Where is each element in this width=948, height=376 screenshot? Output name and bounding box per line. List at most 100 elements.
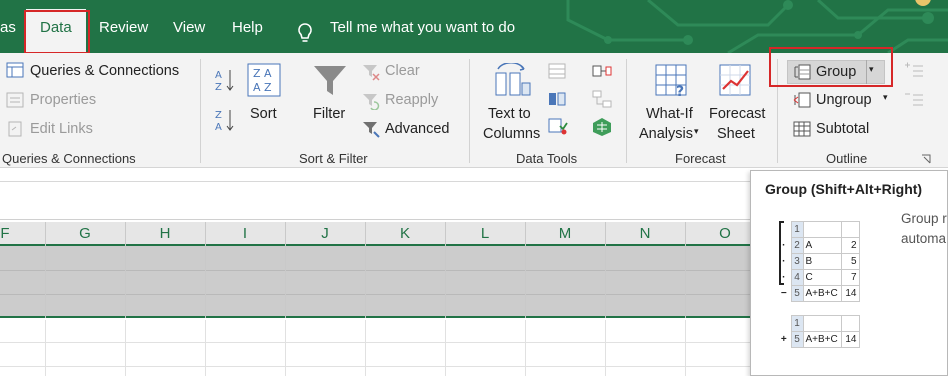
column-header[interactable]: J	[285, 225, 365, 242]
example-row: −5 A+B+C 14	[777, 285, 860, 302]
svg-text:A Z: A Z	[253, 81, 272, 94]
remove-duplicates-icon	[549, 92, 566, 106]
queries-connections-button[interactable]: Queries & Connections	[30, 63, 179, 79]
col-divider	[445, 320, 446, 376]
column-header[interactable]: G	[45, 225, 125, 242]
filter-funnel-icon	[314, 66, 346, 95]
tab-view[interactable]: View	[173, 19, 205, 36]
col-divider	[525, 320, 526, 376]
text-to-columns-icon	[495, 63, 531, 96]
advanced-filter-icon	[363, 122, 380, 138]
row-number: 4	[790, 269, 804, 286]
column-header[interactable]: N	[605, 225, 685, 242]
tooltip-title: Group (Shift+Alt+Right)	[765, 181, 923, 197]
group-tooltip: Group (Shift+Alt+Right) Group r automa 1 ·…	[750, 170, 948, 376]
sort-button[interactable]: Sort	[250, 106, 277, 122]
cell-name: C	[802, 269, 842, 286]
sheet-button-line2[interactable]: Sheet	[717, 126, 755, 142]
what-if-button-line1[interactable]: What-If	[646, 106, 693, 122]
column-header[interactable]: I	[205, 225, 285, 242]
manage-data-model-icon	[593, 118, 611, 136]
col-divider	[605, 320, 606, 376]
cell-value: 14	[840, 331, 860, 348]
column-header[interactable]: K	[365, 225, 445, 242]
col-divider	[285, 222, 286, 318]
edit-links-button[interactable]: Edit Links	[30, 121, 93, 137]
clear-button[interactable]: Clear	[385, 63, 420, 79]
svg-text:A: A	[215, 70, 222, 81]
lightbulb-icon	[298, 23, 312, 42]
example-row: 1	[777, 221, 860, 238]
subtotal-icon	[793, 121, 811, 137]
filter-button[interactable]: Filter	[313, 106, 345, 122]
text-to-button-line1[interactable]: Text to	[488, 106, 531, 122]
column-header[interactable]: H	[125, 225, 205, 242]
show-detail-icon[interactable]	[904, 62, 924, 78]
cell-name: A+B+C	[802, 331, 842, 348]
row-number: 1	[790, 315, 804, 332]
tooltip-desc-line1: Group r	[901, 211, 947, 226]
forecast-group-label: Forecast	[675, 151, 726, 166]
sort-filter-group-label: Sort & Filter	[299, 151, 368, 166]
svg-text:Z: Z	[215, 110, 222, 121]
col-divider	[125, 320, 126, 376]
hide-detail-icon[interactable]	[904, 91, 924, 107]
cell-value	[840, 315, 860, 332]
data-tools-group-label: Data Tools	[516, 151, 578, 166]
flash-fill-icon	[548, 63, 566, 79]
sort-dialog-icon: Z AA Z	[247, 63, 281, 97]
subtotal-button[interactable]: Subtotal	[816, 121, 869, 137]
col-divider	[205, 222, 206, 318]
col-divider	[525, 222, 526, 318]
ungroup-button[interactable]: Ungroup	[816, 92, 872, 108]
outline-control: ·	[782, 272, 786, 283]
clear-filter-icon	[363, 65, 380, 81]
col-divider	[125, 222, 126, 318]
svg-text:Z A: Z A	[253, 67, 272, 80]
example-row: 1	[777, 315, 860, 332]
example-row: · 2 A 2	[777, 237, 860, 254]
queries-connections-icon	[6, 62, 24, 78]
col-divider	[685, 320, 686, 376]
what-if-dropdown-arrow[interactable]: ▾	[694, 126, 699, 137]
column-header[interactable]: F	[0, 225, 45, 242]
circuit-pattern-decoration	[566, 0, 948, 53]
ribbon-tab-bar: as Data Review View Help Tell me what yo…	[0, 0, 948, 53]
example-row: · 4 C 7	[777, 269, 860, 286]
svg-text:A: A	[215, 122, 222, 133]
outline-group-label: Outline	[826, 151, 868, 166]
ungroup-icon	[793, 92, 811, 108]
tab-formulas-partial[interactable]: as	[0, 19, 16, 36]
col-divider	[45, 222, 46, 318]
example-expanded-table: 1 · 2 A 2 · 3 B 5 · 4 C 7−5 A+B+C 14	[777, 221, 860, 302]
column-header[interactable]: L	[445, 225, 525, 242]
outline-control: −	[780, 288, 787, 299]
tab-review[interactable]: Review	[99, 19, 148, 36]
properties-button[interactable]: Properties	[30, 92, 96, 108]
edit-links-icon	[8, 121, 22, 137]
separator	[469, 59, 470, 163]
col-divider	[365, 320, 366, 376]
example-collapsed-table: 1 +5 A+B+C 14	[777, 315, 860, 348]
cell-value: 7	[840, 269, 860, 286]
reapply-button[interactable]: Reapply	[385, 92, 438, 108]
cell-name: A	[802, 237, 842, 254]
row-number: 1	[790, 221, 804, 238]
forecast-sheet-icon	[719, 64, 751, 96]
tab-help[interactable]: Help	[232, 19, 263, 36]
dialog-launcher-icon[interactable]	[921, 154, 931, 164]
outline-control: ·	[782, 240, 786, 251]
advanced-button[interactable]: Advanced	[385, 121, 450, 137]
column-header[interactable]: M	[525, 225, 605, 242]
cell-value	[840, 221, 860, 238]
analysis-button-line2[interactable]: Analysis	[639, 126, 693, 142]
tell-me-search[interactable]: Tell me what you want to do	[330, 19, 515, 36]
data-tab-highlight	[24, 10, 90, 54]
columns-button-line2[interactable]: Columns	[483, 126, 540, 142]
cell-value: 5	[840, 253, 860, 270]
ungroup-dropdown-arrow[interactable]: ▾	[883, 92, 888, 103]
row-number: 5	[790, 285, 804, 302]
col-divider	[685, 222, 686, 318]
outline-control	[777, 316, 791, 332]
forecast-button-line1[interactable]: Forecast	[709, 106, 765, 122]
